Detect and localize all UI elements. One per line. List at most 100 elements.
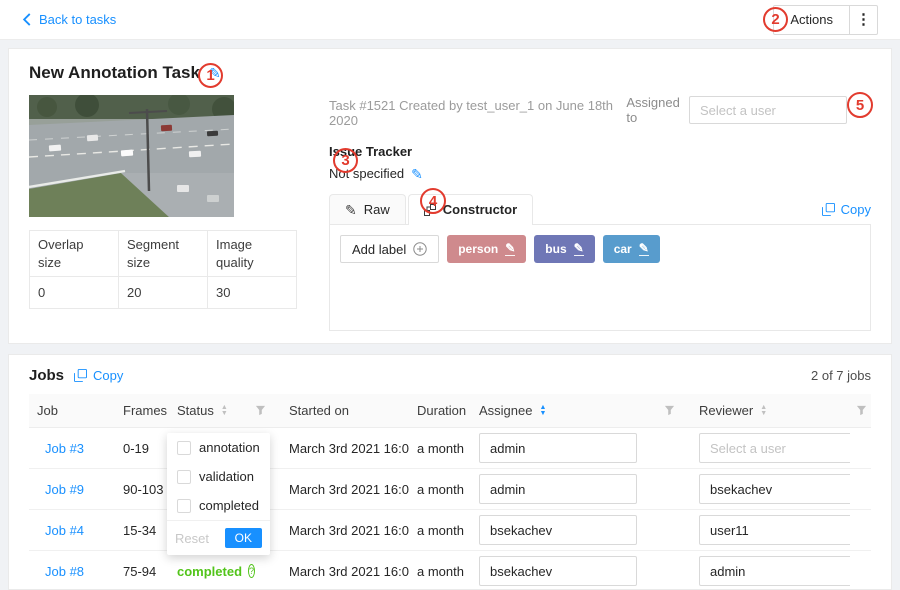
- reviewer-input[interactable]: [699, 515, 850, 545]
- back-chevron-icon: [22, 13, 31, 26]
- duration-cell: a month: [409, 441, 471, 456]
- tab-raw[interactable]: ✎ Raw: [329, 194, 406, 224]
- back-to-tasks-label: Back to tasks: [39, 12, 116, 27]
- reviewer-filter-icon[interactable]: [850, 405, 873, 416]
- status-sort-icon[interactable]: ▲▼: [221, 405, 228, 417]
- assignee-sort-icon[interactable]: ▲▼: [539, 405, 546, 417]
- job-link[interactable]: Job #3: [29, 441, 115, 456]
- col-status[interactable]: Status ▲▼: [169, 403, 239, 418]
- reviewer-sort-icon[interactable]: ▲▼: [760, 405, 767, 417]
- task-title-row: New Annotation Task ✎: [29, 63, 871, 83]
- col-frames: Frames: [115, 403, 169, 418]
- param-segment-size-value: 20: [119, 277, 208, 309]
- annotation-marker-3: 3: [333, 148, 358, 173]
- assignee-input[interactable]: [479, 474, 637, 504]
- label-chip-person[interactable]: person ✎: [447, 235, 526, 263]
- params-header-row: Overlap size Segment size Image quality: [30, 231, 297, 277]
- filter-option-validation[interactable]: validation: [167, 462, 270, 491]
- status-completed-label: completed: [177, 564, 242, 579]
- page: Back to tasks Actions ⋮ New Annotation T…: [0, 0, 900, 590]
- edit-label-bus-icon[interactable]: ✎: [574, 242, 584, 256]
- edit-label-person-icon[interactable]: ✎: [505, 242, 515, 256]
- add-label-text: Add label: [352, 242, 406, 257]
- copy-labels-label: Copy: [841, 202, 871, 217]
- label-chip-bus[interactable]: bus ✎: [534, 235, 594, 263]
- job-link[interactable]: Job #9: [29, 482, 115, 497]
- task-meta-row: Task #1521 Created by test_user_1 on Jun…: [329, 95, 871, 128]
- checkbox-validation[interactable]: [177, 470, 191, 484]
- col-status-label: Status: [177, 403, 214, 418]
- job-link[interactable]: Job #8: [29, 564, 115, 579]
- frames-cell: 75-94: [115, 564, 169, 579]
- assignee-input[interactable]: [479, 433, 637, 463]
- checkbox-annotation[interactable]: [177, 441, 191, 455]
- duration-cell: a month: [409, 482, 471, 497]
- filter-dropdown-footer: Reset OK: [167, 520, 270, 555]
- checkbox-completed[interactable]: [177, 499, 191, 513]
- copy-labels-button[interactable]: Copy: [822, 202, 871, 224]
- filter-option-completed[interactable]: completed: [167, 491, 270, 520]
- assignee-filter-icon[interactable]: [647, 405, 691, 416]
- param-overlap-size-header: Overlap size: [30, 231, 119, 277]
- annotation-marker-1: 1: [198, 63, 223, 88]
- assigned-to-input[interactable]: [689, 96, 847, 124]
- assignee-input[interactable]: [479, 515, 637, 545]
- reviewer-input[interactable]: [699, 433, 850, 463]
- status-cell: completed ?: [169, 564, 239, 579]
- assignee-input[interactable]: [479, 556, 637, 586]
- copy-jobs-button[interactable]: Copy: [74, 368, 123, 383]
- col-assignee[interactable]: Assignee ▲▼: [471, 403, 647, 418]
- col-duration: Duration: [409, 403, 471, 418]
- frames-cell: 0-19: [115, 441, 169, 456]
- actions-button-group: Actions ⋮: [773, 5, 878, 35]
- task-preview-image: [29, 95, 234, 217]
- filter-reset-button[interactable]: Reset: [175, 531, 209, 546]
- param-segment-size-header: Segment size: [119, 231, 208, 277]
- started-cell: March 3rd 2021 16:03: [281, 441, 409, 456]
- edit-label-car-icon[interactable]: ✎: [639, 242, 649, 256]
- job-link[interactable]: Job #4: [29, 523, 115, 538]
- params-value-row: 0 20 30: [30, 277, 297, 309]
- label-chip-car[interactable]: car ✎: [603, 235, 660, 263]
- jobs-table-header: Job Frames Status ▲▼ Started on Duration…: [29, 394, 871, 428]
- job-row-4: Job #4 15-34 March 3rd 2021 16:03 a mont…: [29, 510, 871, 551]
- edit-issue-tracker-icon[interactable]: ✎: [411, 167, 423, 181]
- labels-panel: Add label person ✎ bus ✎: [329, 225, 871, 331]
- filter-ok-button[interactable]: OK: [225, 528, 262, 548]
- task-left-column: Overlap size Segment size Image quality …: [29, 95, 301, 331]
- question-circle-icon[interactable]: ?: [248, 564, 255, 578]
- col-started-on: Started on: [281, 403, 409, 418]
- param-image-quality-header: Image quality: [208, 231, 297, 277]
- add-label-button[interactable]: Add label: [340, 235, 439, 263]
- status-filter-icon[interactable]: [239, 405, 281, 416]
- more-actions-button[interactable]: ⋮: [849, 6, 877, 34]
- col-assignee-label: Assignee: [479, 403, 532, 418]
- assigned-to-block: Assigned to: [626, 95, 847, 125]
- status-filter-dropdown: annotation validation completed Reset OK: [167, 433, 270, 555]
- back-to-tasks-link[interactable]: Back to tasks: [22, 12, 116, 27]
- annotation-marker-2: 2: [763, 7, 788, 32]
- duration-cell: a month: [409, 564, 471, 579]
- labels-tabs: ✎ Raw Constructor: [329, 194, 871, 225]
- reviewer-input[interactable]: [699, 474, 850, 504]
- issue-tracker-row: Not specified ✎: [329, 166, 871, 181]
- tab-raw-label: Raw: [364, 202, 390, 217]
- jobs-header-row: Jobs Copy 2 of 7 jobs: [29, 367, 871, 384]
- task-params-table: Overlap size Segment size Image quality …: [29, 230, 297, 309]
- vertical-dots-icon: ⋮: [856, 11, 871, 28]
- frames-cell: 15-34: [115, 523, 169, 538]
- filter-option-annotation[interactable]: annotation: [167, 433, 270, 462]
- duration-cell: a month: [409, 523, 471, 538]
- reviewer-input[interactable]: [699, 556, 850, 586]
- param-image-quality-value: 30: [208, 277, 297, 309]
- col-reviewer[interactable]: Reviewer ▲▼: [691, 403, 850, 418]
- col-job: Job: [29, 403, 115, 418]
- annotation-marker-5: 5: [847, 92, 873, 118]
- task-body: Overlap size Segment size Image quality …: [29, 95, 871, 331]
- task-meta-text: Task #1521 Created by test_user_1 on Jun…: [329, 95, 626, 128]
- started-cell: March 3rd 2021 16:03: [281, 523, 409, 538]
- filter-option-validation-label: validation: [199, 469, 254, 484]
- label-chip-person-name: person: [458, 242, 498, 256]
- assigned-to-label: Assigned to: [626, 95, 680, 125]
- jobs-card: Jobs Copy 2 of 7 jobs Job Frames Status …: [8, 354, 892, 590]
